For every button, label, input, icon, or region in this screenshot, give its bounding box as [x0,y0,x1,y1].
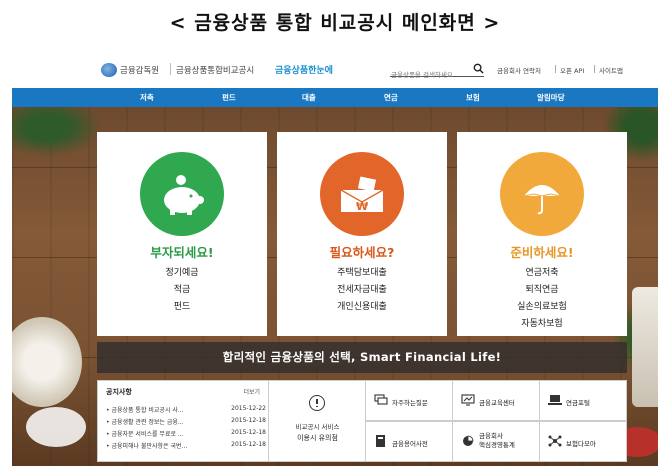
notice-date: 2015-12-18 [231,441,266,448]
link-car-insurance[interactable]: 자동차보험 [457,316,627,329]
pie-chart-icon [463,435,474,446]
tile-label: 금융교육센터 [479,399,515,407]
notice-row[interactable]: • 금융생활 관련 정보는 금융... 2015-12-18 [106,417,266,426]
link-retirement-pension[interactable]: 퇴직연금 [457,282,627,295]
nav-insurance[interactable]: 보험 [466,92,480,103]
tile-label: 보험다모아 [566,440,596,448]
tile-label: 자주하는질문 [392,399,428,407]
link-medical-insurance[interactable]: 실손의료보험 [457,299,627,312]
brand-logo[interactable]: 금융상품한눈에 [275,63,333,76]
notice-date: 2015-12-18 [231,417,266,424]
site-name[interactable]: 금융상품통합비교공시 [176,64,254,76]
snow-decor [632,287,658,407]
notice-row[interactable]: • 금융상품 통합 비교공시 사... 2015-12-22 [106,405,266,414]
card-savings[interactable]: 부자되세요! 정기예금 적금 펀드 [97,132,267,336]
service-line1: 비교공시 서비스 [295,423,340,431]
search-icon[interactable] [473,63,484,74]
tile-faq[interactable]: 자주하는질문 [366,380,453,421]
notice-row[interactable]: • 금융피해나 불만사항은 국번... 2015-12-18 [106,441,266,450]
nav-savings[interactable]: 저축 [140,92,154,103]
notice-text: • 금융생활 관련 정보는 금융... [106,419,184,426]
tile-education[interactable]: 금융교육센터 [453,380,540,421]
main-nav: 저축 펀드 대출 연금 보험 알림마당 [12,88,658,107]
chat-icon [374,394,388,405]
service-caution-link[interactable]: 비교공시 서비스 이용시 유의점 [269,380,366,462]
tile-label: 금융회사 핵심경영통계 [479,432,515,449]
svg-text:₩: ₩ [356,200,368,213]
network-icon [548,435,562,447]
link-installment-savings[interactable]: 적금 [97,282,267,295]
divider [555,65,556,73]
link-sitemap[interactable]: 사이트맵 [599,65,623,75]
notice-more-link[interactable]: 더보기 [243,387,260,396]
card-title: 준비하세요! [510,245,574,260]
tile-pension-portal[interactable]: 연금포털 [540,380,627,421]
link-pension-savings[interactable]: 연금저축 [457,265,627,278]
link-mortgage-loan[interactable]: 주택담보대출 [277,265,447,278]
link-personal-credit-loan[interactable]: 개인신용대출 [277,299,447,312]
service-line2: 이용시 유의점 [297,434,338,442]
fss-logo-icon[interactable] [101,63,117,77]
tile-label: 연금포털 [566,399,590,407]
tile-label: 금융용어사전 [392,440,428,448]
nav-notices[interactable]: 알림마당 [537,92,565,103]
website-screenshot: 금융감독원 금융상품통합비교공시 금융상품한눈에 금융회사 연락처 오픈 API… [12,52,658,466]
monitor-chart-icon [461,394,475,406]
piggy-bank-icon [164,175,204,215]
notice-title: 공지사항 [106,388,132,396]
divider [594,65,595,73]
nav-funds[interactable]: 펀드 [222,92,236,103]
envelope-won-icon: ₩ [340,176,384,213]
tile-management-stats[interactable]: 금융회사 핵심경영통계 [453,421,540,462]
exclamation-icon [309,395,325,411]
link-term-deposit[interactable]: 정기예금 [97,265,267,278]
card-title: 필요하세요? [329,245,395,260]
umbrella-icon [523,185,561,215]
link-contacts[interactable]: 금융회사 연락처 [497,65,541,75]
link-jeonse-loan[interactable]: 전세자금대출 [277,282,447,295]
notice-date: 2015-12-22 [231,405,266,412]
card-loans[interactable]: ₩ 필요하세요? 주택담보대출 전세자금대출 개인신용대출 [277,132,447,336]
notice-text: • 금융피해나 불만사항은 국번... [106,443,188,450]
org-name[interactable]: 금융감독원 [120,64,159,76]
site-header: 금융감독원 금융상품통합비교공시 금융상품한눈에 금융회사 연락처 오픈 API… [12,52,658,88]
card-pension-insurance[interactable]: 준비하세요! 연금저축 퇴직연금 실손의료보험 자동차보험 [457,132,627,336]
page-caption: < 금융상품 통합 비교공시 메인화면 > [169,12,501,34]
notice-panel: 공지사항 더보기 • 금융상품 통합 비교공시 사... 2015-12-22 … [97,380,269,462]
notice-text: • 금융자문 서비스를 무료로 ... [106,431,184,438]
tile-insurance-damoa[interactable]: 보험다모아 [540,421,627,462]
notice-text: • 금융상품 통합 비교공시 사... [106,407,184,414]
card-title: 부자되세요! [150,245,214,260]
nav-pension[interactable]: 연금 [384,92,398,103]
search-box [390,62,484,82]
notice-row[interactable]: • 금융자문 서비스를 무료로 ... 2015-12-18 [106,429,266,438]
slogan-banner: 합리적인 금융상품의 선택, Smart Financial Life! [97,342,627,373]
pine-branch [12,107,102,157]
link-open-api[interactable]: 오픈 API [560,65,584,75]
divider [170,63,171,75]
book-icon [376,435,385,447]
hero-background: 부자되세요! 정기예금 적금 펀드 ₩ 필요하세요? 주택담보대출 전세자금대출… [12,107,658,466]
tile-glossary[interactable]: 금융용어사전 [366,421,453,462]
search-input[interactable] [390,68,470,82]
link-fund[interactable]: 펀드 [97,299,267,312]
laptop-icon [548,395,562,405]
nav-loans[interactable]: 대출 [302,92,316,103]
pinecone-decor [12,317,82,407]
notice-date: 2015-12-18 [231,429,266,436]
